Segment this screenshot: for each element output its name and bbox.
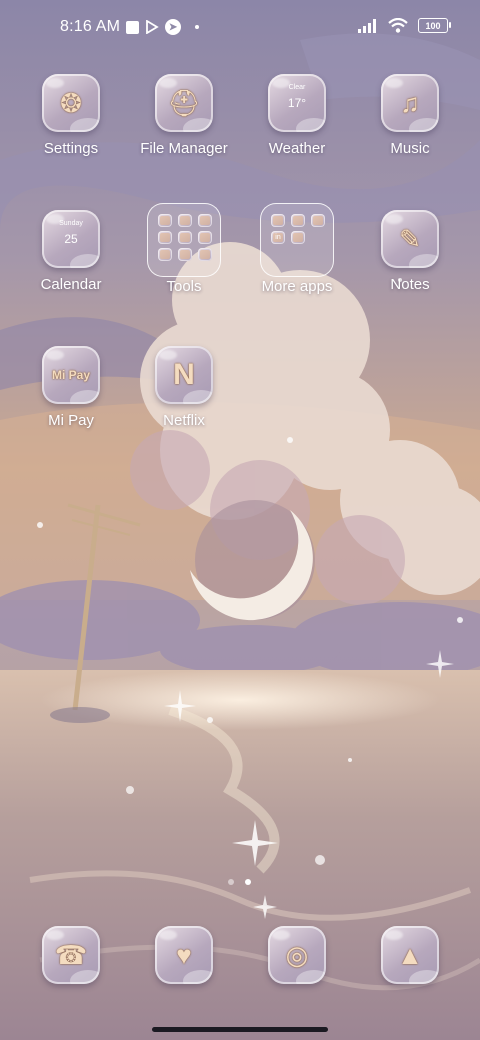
battery-icon: 100 [418, 18, 451, 33]
app-mi-pay[interactable]: Mi Pay Mi Pay [15, 346, 127, 429]
app-label: Settings [43, 140, 99, 157]
dock-phone[interactable]: ☎ [42, 926, 100, 984]
music-note-icon: ♫ [381, 74, 439, 132]
app-file-manager[interactable]: ⛑ File Manager [128, 74, 240, 157]
folder-cap-icon: ⛑ [155, 74, 213, 132]
dock-messages[interactable]: ♥ [155, 926, 213, 984]
notes-icon: ✎ [381, 210, 439, 268]
app-label: Calendar [40, 276, 102, 293]
folder-icon [147, 203, 221, 277]
dock-chrome[interactable]: ◎ [268, 926, 326, 984]
netflix-glyph: N [173, 358, 195, 391]
calendar-weekday: Sunday [59, 220, 83, 227]
app-label: Netflix [163, 412, 205, 429]
folder-tools[interactable]: Tools [128, 203, 240, 295]
app-netflix[interactable]: N Netflix [128, 346, 240, 429]
app-label: Notes [390, 276, 430, 293]
app-label: More apps [261, 278, 333, 295]
battery-level: 100 [425, 20, 441, 31]
app-label: File Manager [140, 140, 228, 157]
page-indicator [228, 879, 251, 885]
stop-square-icon [126, 20, 140, 34]
messages-heart-icon: ♥ [155, 926, 213, 984]
folder-icon: in [260, 203, 334, 277]
status-bar: 8:16 AM ➤ 100 [0, 0, 480, 56]
app-label: Tools [166, 278, 202, 295]
clock: 8:16 AM [60, 18, 121, 35]
weather-icon: Clear 17° [268, 74, 326, 132]
calendar-icon: Sunday 25 [42, 210, 100, 268]
app-music[interactable]: ♫ Music [354, 74, 466, 157]
app-weather[interactable]: Clear 17° Weather [241, 74, 353, 157]
folder-more-apps[interactable]: in More apps [241, 203, 353, 295]
app-settings[interactable]: ❂ Settings [15, 74, 127, 157]
page-dot [228, 879, 234, 885]
weather-condition: Clear [288, 84, 306, 91]
gallery-icon: ▲ [381, 926, 439, 984]
signal-icon [358, 18, 376, 33]
page-dot-active [245, 879, 251, 885]
chrome-icon: ◎ [268, 926, 326, 984]
dock-gallery[interactable]: ▲ [381, 926, 439, 984]
globe-fish-icon: ❂ [42, 74, 100, 132]
mi-pay-icon: Mi Pay [42, 346, 100, 404]
netflix-icon: N [155, 346, 213, 404]
app-label: Weather [268, 140, 326, 157]
telegram-icon: ➤ [165, 19, 182, 35]
app-notes[interactable]: ✎ Notes [354, 210, 466, 293]
mi-pay-glyph: Mi Pay [51, 368, 90, 382]
notification-dot [195, 25, 200, 29]
app-calendar[interactable]: Sunday 25 Calendar [15, 210, 127, 293]
play-store-icon [146, 20, 159, 34]
wifi-icon [388, 18, 408, 33]
app-label: Music [390, 140, 430, 157]
calendar-day: 25 [64, 232, 78, 246]
gesture-handle[interactable] [152, 1027, 328, 1032]
weather-temp: 17° [287, 96, 307, 110]
app-label: Mi Pay [48, 412, 94, 429]
phone-icon: ☎ [42, 926, 100, 984]
